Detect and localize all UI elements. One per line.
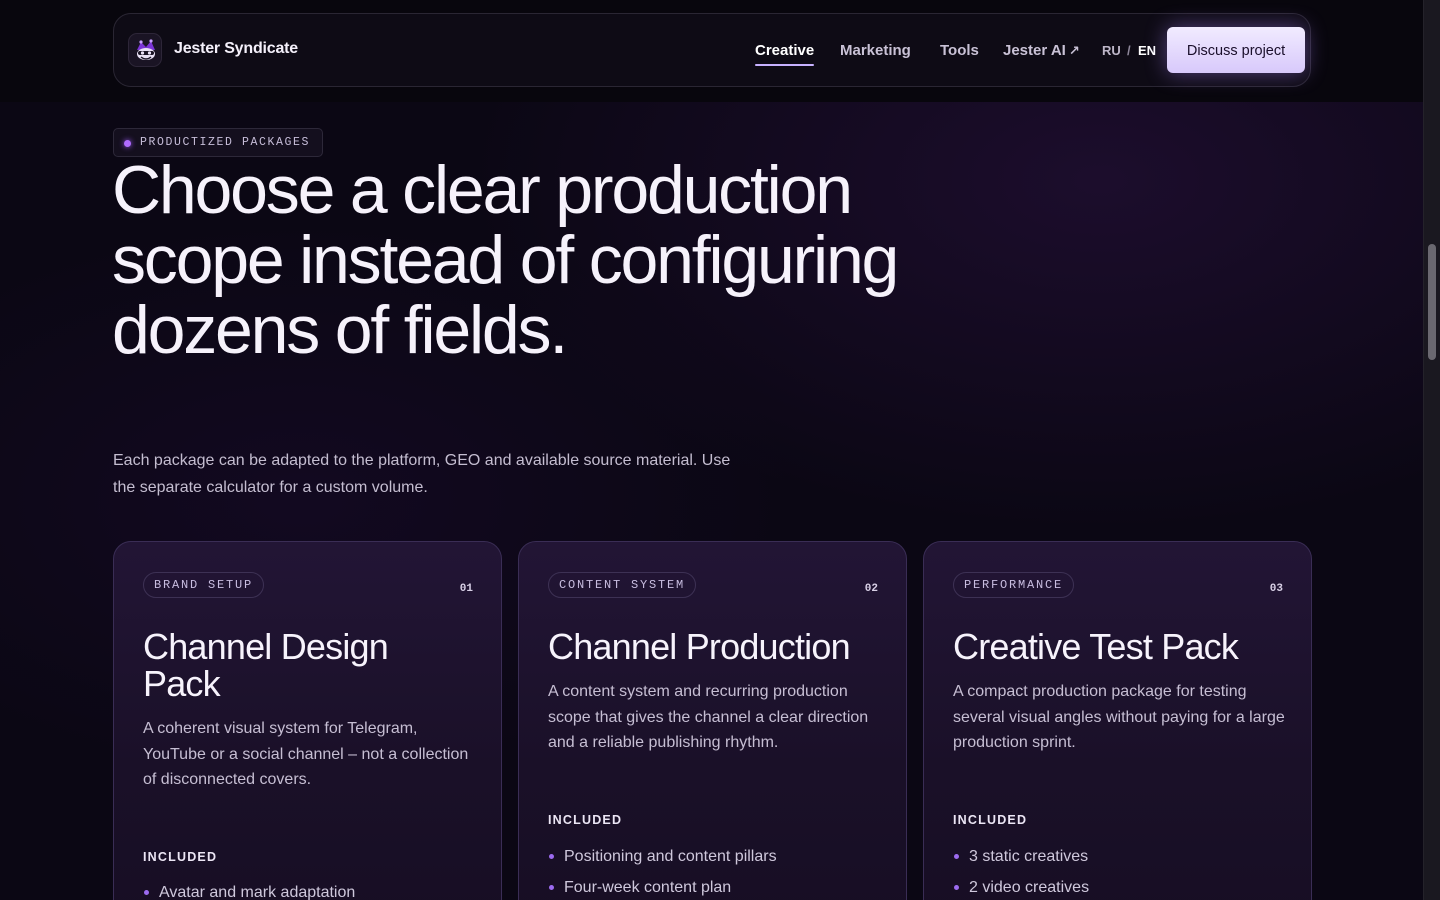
eyebrow-label: PRODUCTIZED PACKAGES	[140, 136, 311, 149]
jester-hat-icon[interactable]	[128, 33, 162, 67]
dot-icon	[124, 140, 131, 147]
page-scrollbar[interactable]	[1423, 0, 1440, 900]
page-subtitle: Each package can be adapted to the platf…	[113, 452, 731, 496]
package-card-creative-test[interactable]: PERFORMANCE 03 Creative Test Pack A comp…	[923, 541, 1312, 900]
package-card-channel-production[interactable]: CONTENT SYSTEM 02 Channel Production A c…	[518, 541, 907, 900]
list-item: Four-week content plan	[548, 872, 777, 900]
nav-item-jester-ai[interactable]: Jester AI ↗	[1003, 42, 1080, 59]
included-label: INCLUDED	[143, 850, 218, 864]
lang-en[interactable]: EN	[1138, 43, 1156, 58]
package-title: Channel Design Pack	[143, 626, 389, 704]
discuss-project-button[interactable]: Discuss project	[1167, 27, 1305, 73]
package-description: A content system and recurring productio…	[548, 683, 869, 751]
included-list: Avatar and mark adaptation	[143, 877, 355, 900]
list-item: 2 video creatives	[953, 872, 1089, 900]
package-title: Channel Production	[548, 626, 851, 667]
list-item: 3 static creatives	[953, 841, 1089, 872]
nav-item-label: Tools	[940, 42, 979, 59]
package-number: 03	[1269, 583, 1283, 595]
active-nav-underline	[755, 64, 815, 66]
list-item-label: 3 static creatives	[969, 848, 1089, 865]
package-title: Creative Test Pack	[953, 626, 1239, 667]
scrollbar-thumb[interactable]	[1428, 244, 1436, 360]
list-item-label: Four-week content plan	[564, 879, 732, 896]
list-item-label: Avatar and mark adaptation	[159, 884, 356, 900]
list-item: Avatar and mark adaptation	[143, 877, 355, 900]
bullet-icon	[549, 885, 554, 890]
lang-separator: /	[1127, 43, 1131, 58]
page-title: Choose a clear production scope instead …	[112, 152, 899, 368]
bullet-icon	[954, 854, 959, 859]
nav-item-label: Marketing	[840, 42, 911, 59]
bullet-icon	[144, 890, 149, 895]
package-chip: BRAND SETUP	[143, 572, 265, 598]
package-chip: PERFORMANCE	[953, 572, 1075, 598]
site-header: Jester Syndicate Creative Marketing Tool…	[113, 13, 1311, 87]
nav-item-marketing[interactable]: Marketing	[840, 42, 911, 59]
external-link-icon: ↗	[1068, 43, 1080, 58]
package-number: 02	[864, 583, 878, 595]
bullet-icon	[549, 854, 554, 859]
nav-item-label: Jester AI	[1003, 42, 1066, 59]
nav-item-label: Creative	[755, 42, 815, 59]
included-label: INCLUDED	[548, 813, 623, 827]
list-item-label: Positioning and content pillars	[564, 848, 777, 865]
included-list: Positioning and content pillars Four-wee…	[548, 841, 777, 900]
list-item-label: 2 video creatives	[969, 879, 1090, 896]
package-card-channel-design[interactable]: BRAND SETUP 01 Channel Design Pack A coh…	[113, 541, 502, 900]
lang-ru[interactable]: RU	[1102, 43, 1121, 58]
package-description: A coherent visual system for Telegram, Y…	[143, 720, 469, 788]
brand-name[interactable]: Jester Syndicate	[174, 40, 298, 58]
bullet-icon	[954, 885, 959, 890]
nav-item-tools[interactable]: Tools	[940, 42, 979, 59]
included-label: INCLUDED	[953, 813, 1028, 827]
list-item: Positioning and content pillars	[548, 841, 777, 872]
included-list: 3 static creatives 2 video creatives	[953, 841, 1089, 900]
package-chip: CONTENT SYSTEM	[548, 572, 697, 598]
package-number: 01	[459, 583, 473, 595]
package-description: A compact production package for testing…	[953, 683, 1285, 751]
nav-item-creative[interactable]: Creative	[755, 42, 815, 66]
